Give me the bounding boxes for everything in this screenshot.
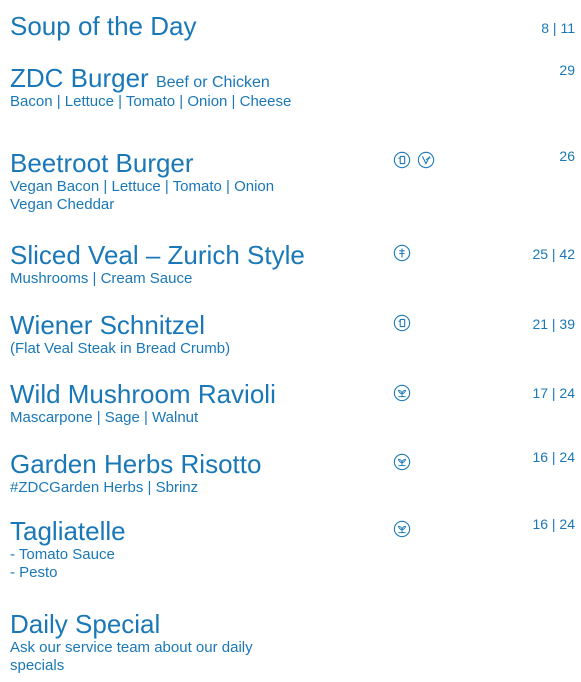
dietary-icons [393, 314, 411, 332]
dietary-icons [393, 520, 411, 538]
menu-item-description: Mascarpone | Sage | Walnut [10, 409, 199, 426]
menu-item-price: 29 [559, 62, 575, 78]
vegetarian-icon [393, 384, 411, 402]
menu-item-price: 26 [559, 148, 575, 164]
menu-item-price: 21 | 39 [532, 316, 575, 332]
dietary-icons [393, 453, 411, 471]
menu-item-name: ZDC Burger [10, 63, 149, 93]
menu-item-name: Beetroot Burger [10, 148, 194, 178]
menu-item-title: Garden Herbs Risotto [10, 450, 575, 478]
menu-item-soup-of-the-day: Soup of the Day 8 | 11 [10, 12, 575, 40]
menu-item-price: 25 | 42 [532, 246, 575, 262]
dairy-free-icon [393, 314, 411, 332]
vegetarian-icon [393, 453, 411, 471]
menu-item-name: Garden Herbs Risotto [10, 449, 262, 479]
menu-item-title: Wiener Schnitzel [10, 311, 575, 339]
menu-item-description: Mushrooms | Cream Sauce [10, 270, 193, 287]
menu-item-title: Daily Special [10, 610, 575, 638]
menu-item-garden-herbs-risotto: Garden Herbs Risotto #ZDCGarden Herbs | … [10, 449, 575, 497]
menu-item-price: 17 | 24 [532, 385, 575, 401]
dietary-icons [393, 384, 411, 402]
menu-item-name: Soup of the Day [10, 11, 197, 41]
menu-item-title: Beetroot Burger [10, 149, 575, 177]
menu-item-title: Soup of the Day [10, 12, 575, 40]
vegan-icon [417, 151, 435, 169]
dietary-icons [393, 244, 411, 262]
menu-item-title: ZDC Burger Beef or Chicken [10, 64, 575, 92]
menu-item-name: Sliced Veal – Zurich Style [10, 240, 305, 270]
gluten-free-icon [393, 244, 411, 262]
menu-item-description: - Tomato Sauce - Pesto [10, 546, 115, 581]
menu-item-tagliatelle: Tagliatelle - Tomato Sauce - Pesto 16 | … [10, 516, 575, 582]
menu-item-subtitle: Beef or Chicken [155, 74, 270, 91]
menu-item-price: 16 | 24 [532, 516, 575, 532]
menu-item-description: (Flat Veal Steak in Bread Crumb) [10, 340, 231, 357]
menu-item-beetroot-burger: Beetroot Burger Vegan Bacon | Lettuce | … [10, 148, 575, 214]
menu-item-wiener-schnitzel: Wiener Schnitzel (Flat Veal Steak in Bre… [10, 311, 575, 358]
menu-item-name: Daily Special [10, 609, 161, 639]
menu-item-description: Ask our service team about our daily spe… [10, 639, 253, 674]
menu-item-description: #ZDCGarden Herbs | Sbrinz [10, 479, 199, 496]
menu-item-name: Wiener Schnitzel [10, 310, 206, 340]
menu-item-title: Sliced Veal – Zurich Style [10, 241, 575, 269]
menu-item-zdc-burger: ZDC Burger Beef or Chicken Bacon | Lettu… [10, 62, 575, 111]
dairy-free-icon [393, 151, 411, 169]
menu-item-wild-mushroom-ravioli: Wild Mushroom Ravioli Mascarpone | Sage … [10, 380, 575, 427]
menu-item-price: 16 | 24 [532, 449, 575, 465]
menu-item-name: Wild Mushroom Ravioli [10, 379, 276, 409]
menu-item-sliced-veal: Sliced Veal – Zurich Style Mushrooms | C… [10, 241, 575, 288]
menu-item-daily-special: Daily Special Ask our service team about… [10, 610, 575, 675]
menu-item-title: Tagliatelle [10, 517, 575, 545]
menu-item-name: Tagliatelle [10, 516, 126, 546]
menu-item-description: Vegan Bacon | Lettuce | Tomato | Onion V… [10, 178, 275, 213]
dietary-icons [393, 151, 435, 169]
menu-item-price: 8 | 11 [541, 20, 575, 36]
menu-item-title: Wild Mushroom Ravioli [10, 380, 575, 408]
vegetarian-icon [393, 520, 411, 538]
menu-item-description: Bacon | Lettuce | Tomato | Onion | Chees… [10, 93, 292, 110]
